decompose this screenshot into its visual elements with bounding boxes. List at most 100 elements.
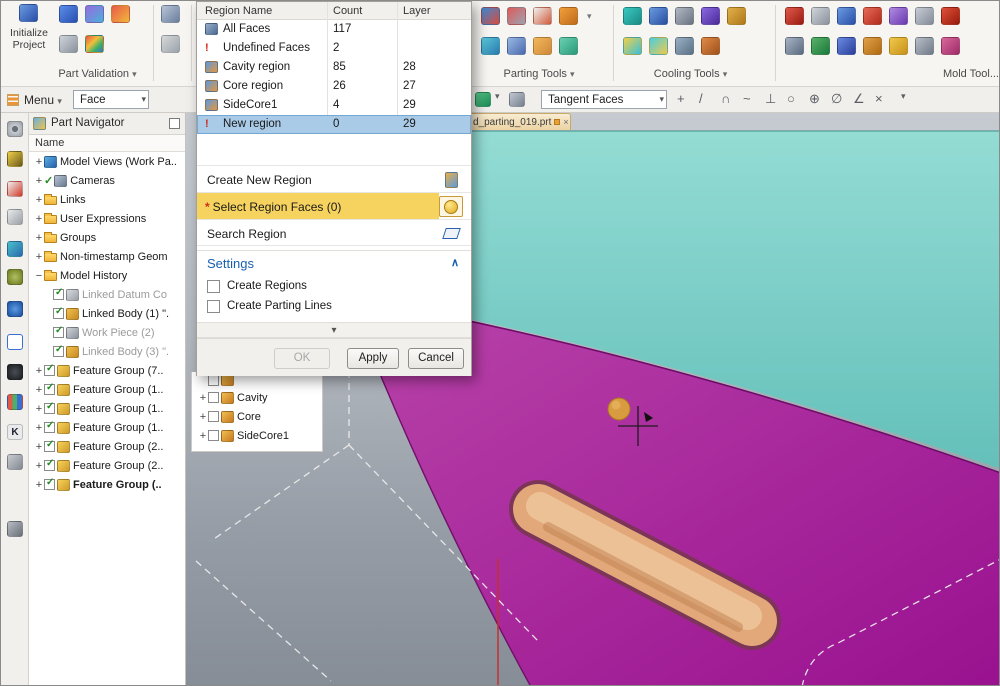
tree-item-model-history[interactable]: − Model History [29, 266, 185, 285]
parting-icon-7[interactable] [533, 37, 552, 55]
mold-icon-4[interactable] [863, 7, 882, 25]
check-wall-thickness-icon[interactable] [59, 5, 78, 23]
collapse-node-icon[interactable]: − [34, 270, 44, 282]
selection-scope-combo[interactable]: Face▾ [73, 90, 149, 109]
snap-circle-icon[interactable]: ○ [787, 91, 795, 106]
cooling-icon-9[interactable] [701, 37, 720, 55]
menu-button[interactable]: Menu ▾ [24, 93, 62, 107]
history-palette-icon[interactable] [7, 334, 23, 350]
parting-overflow-icon[interactable]: ▾ [587, 11, 592, 22]
dialog-collapse-handle[interactable]: ▾ [197, 322, 471, 338]
col-region-name[interactable]: Region Name [205, 5, 272, 17]
region-row-sidecore1[interactable]: SideCore1429 [197, 96, 471, 115]
expand-icon[interactable]: + [34, 460, 44, 472]
cooling-icon-5[interactable] [727, 7, 746, 25]
checkbox-icon[interactable]: ✓ [44, 479, 55, 490]
cooling-icon-6[interactable] [623, 37, 642, 55]
expand-icon[interactable]: + [34, 403, 44, 415]
select-faces-button[interactable] [439, 196, 463, 217]
selection-filter-icon[interactable] [475, 92, 491, 107]
checkbox-icon[interactable]: ✓ [44, 460, 55, 471]
mold-icon-1[interactable] [785, 7, 804, 25]
tangent-faces-combo[interactable]: Tangent Faces▾ [541, 90, 667, 109]
snap-angle-icon[interactable]: ∠ [853, 91, 865, 107]
name-column-header[interactable]: Name [29, 135, 185, 152]
settings-section-title[interactable]: Settings [207, 256, 254, 271]
tree-item-cameras[interactable]: + ✓ Cameras [29, 171, 185, 190]
touch-mode-icon[interactable] [7, 521, 23, 537]
tree-item-feature-group-4[interactable]: + ✓ Feature Group (1.. [29, 418, 185, 437]
cooling-icon-7[interactable] [649, 37, 668, 55]
snap-curve-icon[interactable]: ~ [743, 91, 751, 106]
snap-overflow-icon[interactable]: ▾ [901, 91, 906, 102]
tab-close-icon[interactable]: × [563, 117, 568, 127]
tree-item-feature-group-3[interactable]: + ✓ Feature Group (1.. [29, 399, 185, 418]
checkbox-icon[interactable] [208, 392, 219, 403]
expand-icon[interactable]: + [34, 365, 44, 377]
part-validation-group-label[interactable]: Part Validation ▾ [45, 68, 150, 80]
undock-panel-icon[interactable] [169, 118, 180, 129]
checkbox-icon[interactable] [208, 411, 219, 422]
checkbox-icon[interactable]: ✓ [53, 346, 64, 357]
parting-icon-5[interactable] [481, 37, 500, 55]
roles-gear-icon[interactable] [7, 121, 23, 137]
create-regions-checkbox[interactable] [207, 280, 220, 293]
mold-icon-5[interactable] [889, 7, 908, 25]
mold-icon-10[interactable] [837, 37, 856, 55]
parting-icon-6[interactable] [507, 37, 526, 55]
model-compare-icon[interactable] [111, 5, 130, 23]
expand-icon[interactable]: + [34, 441, 44, 453]
region-row-new-region-selected[interactable]: ! New region029 [197, 115, 471, 134]
mold-icon-9[interactable] [811, 37, 830, 55]
history-clock-icon[interactable] [7, 364, 23, 380]
tree-item-feature-group-1[interactable]: + ✓ Feature Group (7.. [29, 361, 185, 380]
checkbox-icon[interactable]: ✓ [44, 365, 55, 376]
col-count[interactable]: Count [333, 5, 362, 17]
tree-item-feature-group-7[interactable]: + ✓ Feature Group (.. [29, 475, 185, 494]
tree-item-groups[interactable]: + Groups [29, 228, 185, 247]
assembly-navigator-icon[interactable] [7, 151, 23, 167]
create-parting-lines-checkbox[interactable] [207, 300, 220, 313]
tree-item-linked-body-1[interactable]: ✓ Linked Body (1) ". [29, 304, 185, 323]
checkbox-icon[interactable]: ✓ [44, 384, 55, 395]
tree-item-sidecore1[interactable]: + SideCore1 [192, 426, 322, 445]
tree-item-linked-body-3[interactable]: ✓ Linked Body (3) ". [29, 342, 185, 361]
cooling-icon-8[interactable] [675, 37, 694, 55]
expand-icon[interactable]: + [34, 213, 44, 225]
design-parting-surface-icon[interactable] [533, 7, 552, 25]
tree-item-core[interactable]: + Core [192, 407, 322, 426]
tree-item-feature-group-6[interactable]: + ✓ Feature Group (2.. [29, 456, 185, 475]
check-regions-icon[interactable] [85, 5, 104, 23]
expand-icon[interactable]: + [34, 422, 44, 434]
tree-item-user-expressions[interactable]: + User Expressions [29, 209, 185, 228]
snap-empty-icon[interactable]: ∅ [831, 91, 842, 107]
expand-icon[interactable]: + [34, 479, 44, 491]
cooling-tools-group-label[interactable]: Cooling Tools ▾ [633, 68, 748, 80]
tree-item-cavity[interactable]: + Cavity [192, 388, 322, 407]
parting-tools-group-label[interactable]: Parting Tools ▾ [479, 68, 599, 80]
system-scenes-icon[interactable] [7, 454, 23, 470]
manufacturing-wizard-icon[interactable]: K [7, 424, 23, 440]
snap-cross-icon[interactable]: × [875, 91, 883, 106]
apply-button[interactable]: Apply [347, 348, 399, 369]
mold-tools-group-label[interactable]: Mold Tool... [921, 68, 999, 80]
mold-icon-3[interactable] [837, 7, 856, 25]
initialize-project-label[interactable]: Initialize Project [3, 27, 55, 51]
tree-item-links[interactable]: + Links [29, 190, 185, 209]
cooling-icon-1[interactable] [623, 7, 642, 25]
checkbox-icon[interactable] [208, 430, 219, 441]
expand-icon[interactable]: + [198, 392, 208, 404]
toolbox-icon-1[interactable] [161, 5, 180, 23]
scope-icon[interactable] [509, 92, 525, 107]
expand-icon[interactable]: + [198, 411, 208, 423]
reuse-library-icon[interactable] [7, 241, 23, 257]
region-row-undefined-faces[interactable]: ! Undefined Faces2 [197, 39, 471, 58]
draft-analysis-icon[interactable] [85, 35, 104, 53]
mold-icon-6[interactable] [915, 7, 934, 25]
checkbox-icon[interactable]: ✓ [44, 422, 55, 433]
check-regions-parting-icon[interactable] [481, 7, 500, 25]
toolbox-icon-2[interactable] [161, 35, 180, 53]
constraint-navigator-icon[interactable] [7, 181, 23, 197]
expand-icon[interactable]: + [34, 194, 44, 206]
mold-icon-11[interactable] [863, 37, 882, 55]
